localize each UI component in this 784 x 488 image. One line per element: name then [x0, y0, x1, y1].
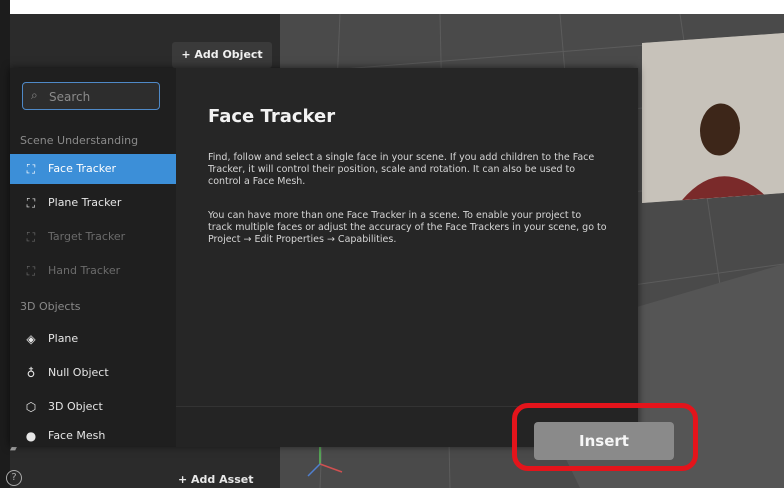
- window-top-strip: [0, 0, 784, 14]
- face-mesh-icon: ●: [25, 429, 37, 443]
- search-icon: ⌕: [31, 88, 38, 102]
- sidebar-item-target-tracker: ⛶ Target Tracker: [10, 222, 176, 252]
- description-paragraph-1: Find, follow and select a single face in…: [208, 152, 595, 187]
- sidebar-item-label: Face Tracker: [48, 162, 117, 175]
- search-field[interactable]: ⌕: [22, 82, 160, 110]
- sidebar-item-label: Face Mesh: [48, 429, 106, 442]
- camera-preview: [642, 33, 784, 203]
- object-category-sidebar: ⌕ Scene Understanding ⛶ Face Tracker ⛶ P…: [10, 68, 176, 446]
- search-input[interactable]: [47, 86, 159, 108]
- 3d-object-icon: ⬡: [25, 400, 37, 414]
- insert-button[interactable]: Insert: [534, 422, 674, 460]
- object-title: Face Tracker: [208, 106, 336, 127]
- target-tracker-icon: ⛶: [26, 230, 36, 244]
- sidebar-item-3d-object[interactable]: ⬡ 3D Object: [10, 392, 176, 422]
- description-paragraph-2: You can have more than one Face Tracker …: [208, 210, 607, 245]
- sidebar-item-face-mesh[interactable]: ● Face Mesh: [10, 426, 176, 446]
- sidebar-item-plane-tracker[interactable]: ⛶ Plane Tracker: [10, 188, 176, 218]
- sidebar-item-label: Plane Tracker: [48, 196, 122, 209]
- object-description-panel: Face Tracker Find, follow and select a s…: [176, 68, 638, 406]
- section-3d-objects: 3D Objects: [20, 300, 81, 313]
- plane-tracker-icon: ⛶: [26, 196, 36, 210]
- section-scene-understanding: Scene Understanding: [20, 134, 139, 147]
- person-preview-icon: [642, 33, 784, 203]
- sidebar-item-label: Target Tracker: [48, 230, 126, 243]
- sidebar-item-hand-tracker: ⛶ Hand Tracker: [10, 256, 176, 286]
- null-object-icon: ♁: [26, 366, 36, 380]
- help-icon[interactable]: ?: [6, 470, 22, 486]
- sidebar-item-label: Hand Tracker: [48, 264, 121, 277]
- add-object-button[interactable]: + Add Object: [172, 42, 272, 68]
- add-object-dialog: ⌕ Scene Understanding ⛶ Face Tracker ⛶ P…: [10, 68, 638, 447]
- face-tracker-icon: ⛶: [26, 162, 36, 176]
- hand-tracker-icon: ⛶: [26, 264, 36, 278]
- left-toolbar: [0, 0, 10, 488]
- sidebar-item-plane[interactable]: ◈ Plane: [10, 324, 176, 354]
- sidebar-item-label: Null Object: [48, 366, 109, 379]
- sidebar-item-face-tracker[interactable]: ⛶ Face Tracker: [10, 154, 176, 184]
- sidebar-item-null-object[interactable]: ♁ Null Object: [10, 358, 176, 388]
- sidebar-item-label: Plane: [48, 332, 79, 345]
- plane-icon: ◈: [26, 332, 36, 346]
- sidebar-item-label: 3D Object: [48, 400, 103, 413]
- add-asset-button[interactable]: + Add Asset: [178, 472, 278, 488]
